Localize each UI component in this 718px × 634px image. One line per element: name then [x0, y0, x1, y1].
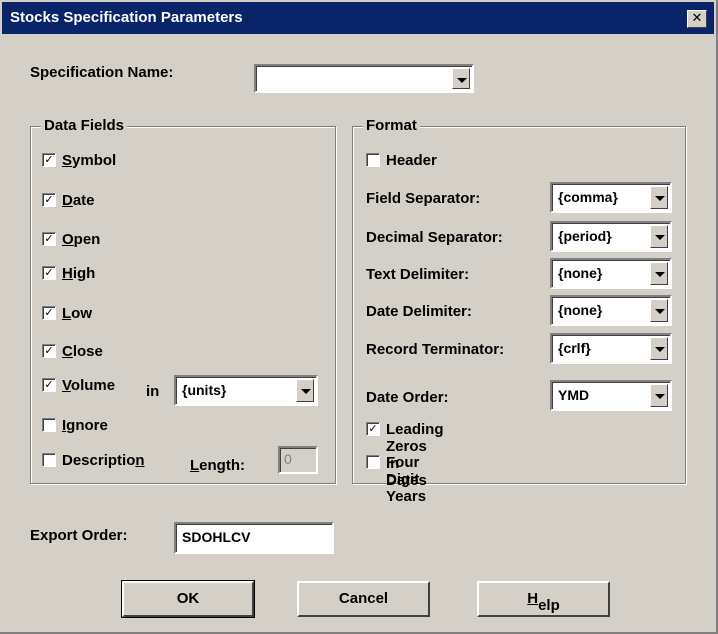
check-icon: ✓: [44, 193, 54, 206]
date-order-value: YMD: [558, 387, 590, 403]
leading-zeros-box[interactable]: ✓: [366, 422, 380, 436]
volume-label: Volume: [62, 377, 116, 394]
chevron-down-icon[interactable]: [296, 379, 314, 402]
chevron-down-icon[interactable]: [452, 68, 470, 89]
ignore-checkbox-box[interactable]: [42, 418, 56, 432]
field-separator-value: {comma}: [558, 189, 618, 205]
check-icon: ✓: [44, 266, 54, 279]
close-icon: ✕: [691, 11, 703, 26]
description-checkbox-box[interactable]: [42, 453, 56, 467]
chevron-down-icon[interactable]: [650, 384, 668, 407]
window-title: Stocks Specification Parameters: [10, 9, 243, 26]
date-delimiter-label: Date Delimiter:: [366, 303, 472, 320]
volume-in-label: in: [146, 383, 160, 400]
chevron-down-icon[interactable]: [650, 262, 668, 285]
chevron-down-icon[interactable]: [650, 299, 668, 322]
open-label: Open: [62, 231, 101, 248]
help-label: Help: [527, 590, 560, 614]
decimal-separator-label: Decimal Separator:: [366, 229, 503, 246]
ignore-label: Ignore: [62, 417, 108, 434]
spec-name-label: Specification Name:: [30, 64, 174, 81]
chevron-down-icon[interactable]: [650, 337, 668, 360]
length-value: 0: [284, 451, 292, 467]
high-label: High: [62, 265, 96, 282]
length-label: Length:: [190, 457, 245, 474]
symbol-label: Symbol: [62, 152, 117, 169]
decimal-separator-combo[interactable]: {period}: [550, 221, 672, 252]
length-input[interactable]: 0: [278, 446, 318, 474]
close-checkbox-box[interactable]: ✓: [42, 344, 56, 358]
record-terminator-label: Record Terminator:: [366, 341, 505, 358]
export-order-input[interactable]: SDOHLCV: [174, 522, 334, 554]
export-order-label: Export Order:: [30, 527, 128, 544]
check-icon: ✓: [368, 422, 378, 435]
volume-checkbox-box[interactable]: ✓: [42, 378, 56, 392]
date-order-label: Date Order:: [366, 389, 449, 406]
description-label: Description: [62, 452, 145, 469]
check-icon: ✓: [44, 344, 54, 357]
record-terminator-value: {crlf}: [558, 340, 591, 356]
field-separator-combo[interactable]: {comma}: [550, 182, 672, 213]
check-icon: ✓: [44, 378, 54, 391]
export-order-value: SDOHLCV: [182, 529, 251, 545]
check-icon: ✓: [44, 232, 54, 245]
record-terminator-combo[interactable]: {crlf}: [550, 333, 672, 364]
decimal-separator-value: {period}: [558, 228, 612, 244]
title-bar: Stocks Specification Parameters ✕: [2, 2, 714, 34]
volume-units-value: {units}: [182, 382, 227, 398]
check-icon: ✓: [44, 153, 54, 166]
high-checkbox-box[interactable]: ✓: [42, 266, 56, 280]
ok-label: OK: [176, 590, 200, 607]
low-checkbox-box[interactable]: ✓: [42, 306, 56, 320]
check-icon: ✓: [44, 306, 54, 319]
low-label: Low: [62, 305, 93, 322]
four-digit-years-box[interactable]: [366, 455, 380, 469]
format-title: Format: [363, 117, 420, 134]
chevron-down-icon[interactable]: [650, 186, 668, 209]
stocks-spec-dialog: Stocks Specification Parameters ✕ Specif…: [0, 0, 718, 634]
text-delimiter-combo[interactable]: {none}: [550, 258, 672, 289]
help-button[interactable]: Help: [477, 581, 610, 617]
date-checkbox-box[interactable]: ✓: [42, 193, 56, 207]
open-checkbox-box[interactable]: ✓: [42, 232, 56, 246]
spec-name-combo[interactable]: [254, 64, 474, 93]
close-label: Close: [62, 343, 103, 360]
text-delimiter-value: {none}: [558, 265, 603, 281]
date-delimiter-combo[interactable]: {none}: [550, 295, 672, 326]
date-order-combo[interactable]: YMD: [550, 380, 672, 411]
date-label: Date: [62, 192, 95, 209]
header-checkbox-box[interactable]: [366, 153, 380, 167]
cancel-button[interactable]: Cancel: [297, 581, 430, 617]
cancel-label: Cancel: [338, 590, 389, 607]
volume-units-combo[interactable]: {units}: [174, 375, 318, 406]
chevron-down-icon[interactable]: [650, 225, 668, 248]
text-delimiter-label: Text Delimiter:: [366, 266, 470, 283]
symbol-checkbox-box[interactable]: ✓: [42, 153, 56, 167]
header-label: Header: [386, 152, 437, 169]
field-separator-label: Field Separator:: [366, 190, 481, 207]
four-digit-years-label: Four Digit Years: [386, 454, 427, 505]
close-button[interactable]: ✕: [687, 10, 707, 28]
data-fields-title: Data Fields: [41, 117, 128, 134]
ok-button[interactable]: OK: [121, 580, 255, 618]
date-delimiter-value: {none}: [558, 302, 603, 318]
